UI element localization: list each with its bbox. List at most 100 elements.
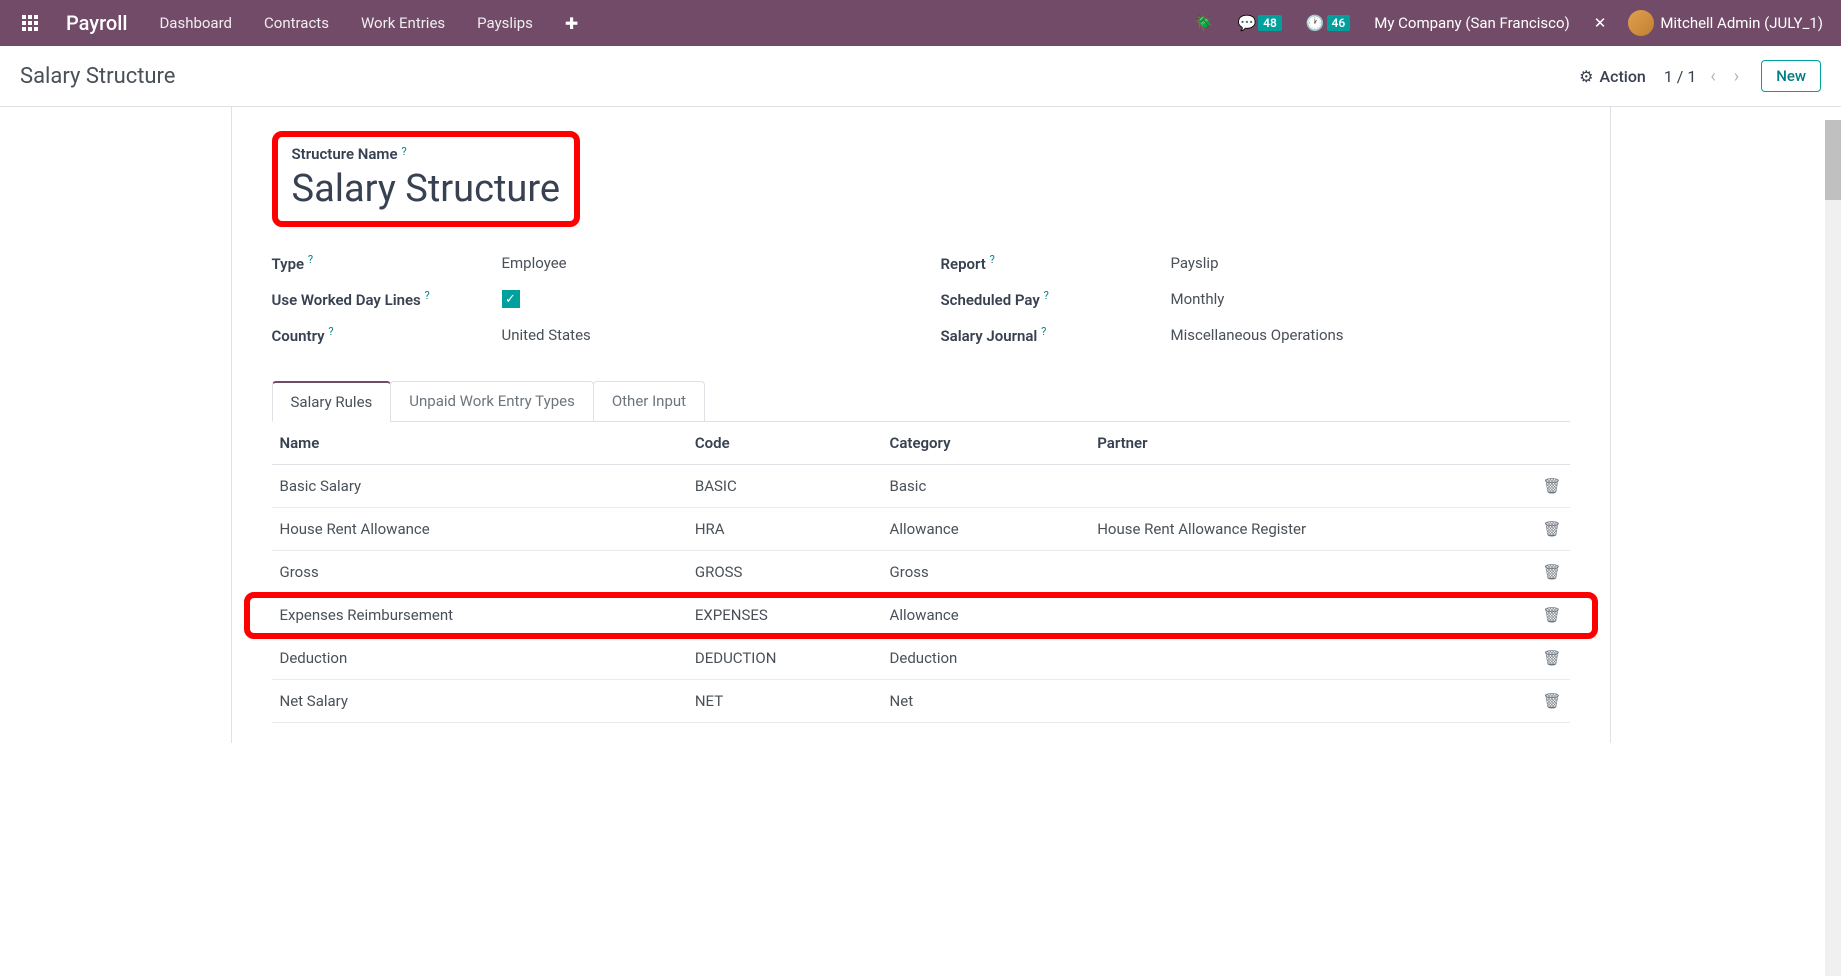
tab-salary-rules[interactable]: Salary Rules [272,381,392,422]
trash-icon: 🗑 [1542,477,1561,495]
cell-category[interactable]: Basic [882,465,1090,508]
cell-code[interactable]: EXPENSES [687,594,882,637]
cell-name[interactable]: Deduction [272,637,687,680]
th-name[interactable]: Name [272,422,687,465]
tab-other-input[interactable]: Other Input [593,381,705,422]
table-row[interactable]: Deduction DEDUCTION Deduction 🗑 [272,637,1570,680]
scrollbar-track[interactable] [1825,120,1841,976]
trash-icon: 🗑 [1542,692,1561,710]
table-row[interactable]: Basic Salary BASIC Basic 🗑 [272,465,1570,508]
cell-partner[interactable] [1089,680,1529,723]
help-icon[interactable]: ? [308,253,313,266]
activities-badge: 46 [1327,15,1351,31]
action-button[interactable]: ⚙ Action [1579,67,1646,86]
salary-rules-table: Name Code Category Partner Basic Salary … [272,422,1570,723]
type-value[interactable]: Employee [502,254,567,272]
cell-partner[interactable]: House Rent Allowance Register [1089,508,1529,551]
nav-work-entries[interactable]: Work Entries [345,0,461,46]
nav-payslips[interactable]: Payslips [461,0,549,46]
tab-bar: Salary Rules Unpaid Work Entry Types Oth… [272,381,1570,422]
table-row[interactable]: Gross GROSS Gross 🗑 [272,551,1570,594]
field-salary-journal: Salary Journal ? Miscellaneous Operation… [941,317,1570,353]
cell-category[interactable]: Net [882,680,1090,723]
structure-name-label: Structure Name ? [292,145,561,163]
bug-icon: 🪲 [1195,14,1214,32]
cell-code[interactable]: HRA [687,508,882,551]
trash-icon: 🗑 [1542,520,1561,538]
report-value[interactable]: Payslip [1171,254,1219,272]
cell-code[interactable]: GROSS [687,551,882,594]
activities-button[interactable]: 🕐 46 [1296,6,1360,40]
trash-icon: 🗑 [1542,649,1561,667]
type-label: Type ? [272,253,502,273]
field-type: Type ? Employee [272,245,901,281]
form-right-col: Report ? Payslip Scheduled Pay ? Monthly… [941,245,1570,353]
delete-row-button[interactable]: 🗑 [1530,508,1570,551]
pager-value[interactable]: 1 / 1 [1664,67,1697,86]
cell-category[interactable]: Deduction [882,637,1090,680]
tab-unpaid-work-entry[interactable]: Unpaid Work Entry Types [390,381,594,422]
messages-button[interactable]: 💬 48 [1227,6,1291,40]
th-code[interactable]: Code [687,422,882,465]
cell-partner[interactable] [1089,551,1529,594]
cell-name[interactable]: Basic Salary [272,465,687,508]
help-icon[interactable]: ? [425,289,430,302]
company-switcher[interactable]: My Company (San Francisco) [1364,14,1579,32]
worked-day-label: Use Worked Day Lines ? [272,289,502,309]
apps-menu-icon[interactable] [10,5,50,41]
content-wrapper: Structure Name ? Salary Structure Type ?… [0,107,1841,743]
checkbox-checked-icon: ✓ [502,290,520,308]
cell-category[interactable]: Allowance [882,594,1090,637]
help-icon[interactable]: ? [1041,325,1046,338]
cell-partner[interactable] [1089,594,1529,637]
debug-icon[interactable]: 🪲 [1185,6,1224,40]
pager-prev-icon[interactable]: ‹ [1706,66,1719,87]
cell-code[interactable]: DEDUCTION [687,637,882,680]
highlight-structure-name: Structure Name ? Salary Structure [272,131,581,227]
field-worked-day-lines: Use Worked Day Lines ? ✓ [272,281,901,317]
salary-journal-value[interactable]: Miscellaneous Operations [1171,326,1344,344]
cell-code[interactable]: BASIC [687,465,882,508]
worked-day-checkbox[interactable]: ✓ [502,290,520,308]
new-button[interactable]: New [1761,60,1821,92]
help-icon[interactable]: ? [1044,289,1049,302]
help-icon[interactable]: ? [402,145,407,158]
cell-code[interactable]: NET [687,680,882,723]
cell-partner[interactable] [1089,465,1529,508]
messages-badge: 48 [1258,15,1282,31]
field-scheduled-pay: Scheduled Pay ? Monthly [941,281,1570,317]
cell-category[interactable]: Gross [882,551,1090,594]
table-row[interactable]: Expenses Reimbursement EXPENSES Allowanc… [272,594,1570,637]
country-value[interactable]: United States [502,326,591,344]
user-menu[interactable]: Mitchell Admin (JULY_1) [1620,10,1831,36]
delete-row-button[interactable]: 🗑 [1530,465,1570,508]
cell-partner[interactable] [1089,637,1529,680]
th-partner[interactable]: Partner [1089,422,1529,465]
tools-icon[interactable]: ✕ [1584,6,1617,40]
structure-name-value[interactable]: Salary Structure [292,167,561,211]
cell-category[interactable]: Allowance [882,508,1090,551]
cell-name[interactable]: House Rent Allowance [272,508,687,551]
control-panel-right: ⚙ Action 1 / 1 ‹ › New [1579,60,1821,92]
cell-name[interactable]: Gross [272,551,687,594]
nav-new-icon[interactable]: ✚ [549,0,594,46]
navbar-right: 🪲 💬 48 🕐 46 My Company (San Francisco) ✕… [1185,6,1831,40]
delete-row-button[interactable]: 🗑 [1530,637,1570,680]
pager-next-icon[interactable]: › [1730,66,1743,87]
th-category[interactable]: Category [882,422,1090,465]
delete-row-button[interactable]: 🗑 [1530,551,1570,594]
delete-row-button[interactable]: 🗑 [1530,680,1570,723]
scrollbar-thumb[interactable] [1825,120,1841,200]
scheduled-pay-value[interactable]: Monthly [1171,290,1225,308]
table-row[interactable]: Net Salary NET Net 🗑 [272,680,1570,723]
nav-contracts[interactable]: Contracts [248,0,345,46]
delete-row-button[interactable]: 🗑 [1530,594,1570,637]
app-brand[interactable]: Payroll [50,11,143,35]
table-row[interactable]: House Rent Allowance HRA Allowance House… [272,508,1570,551]
cell-name[interactable]: Net Salary [272,680,687,723]
cell-name[interactable]: Expenses Reimbursement [272,594,687,637]
help-icon[interactable]: ? [328,325,333,338]
nav-dashboard[interactable]: Dashboard [143,0,248,46]
help-icon[interactable]: ? [990,253,995,266]
breadcrumb-title[interactable]: Salary Structure [20,64,175,89]
